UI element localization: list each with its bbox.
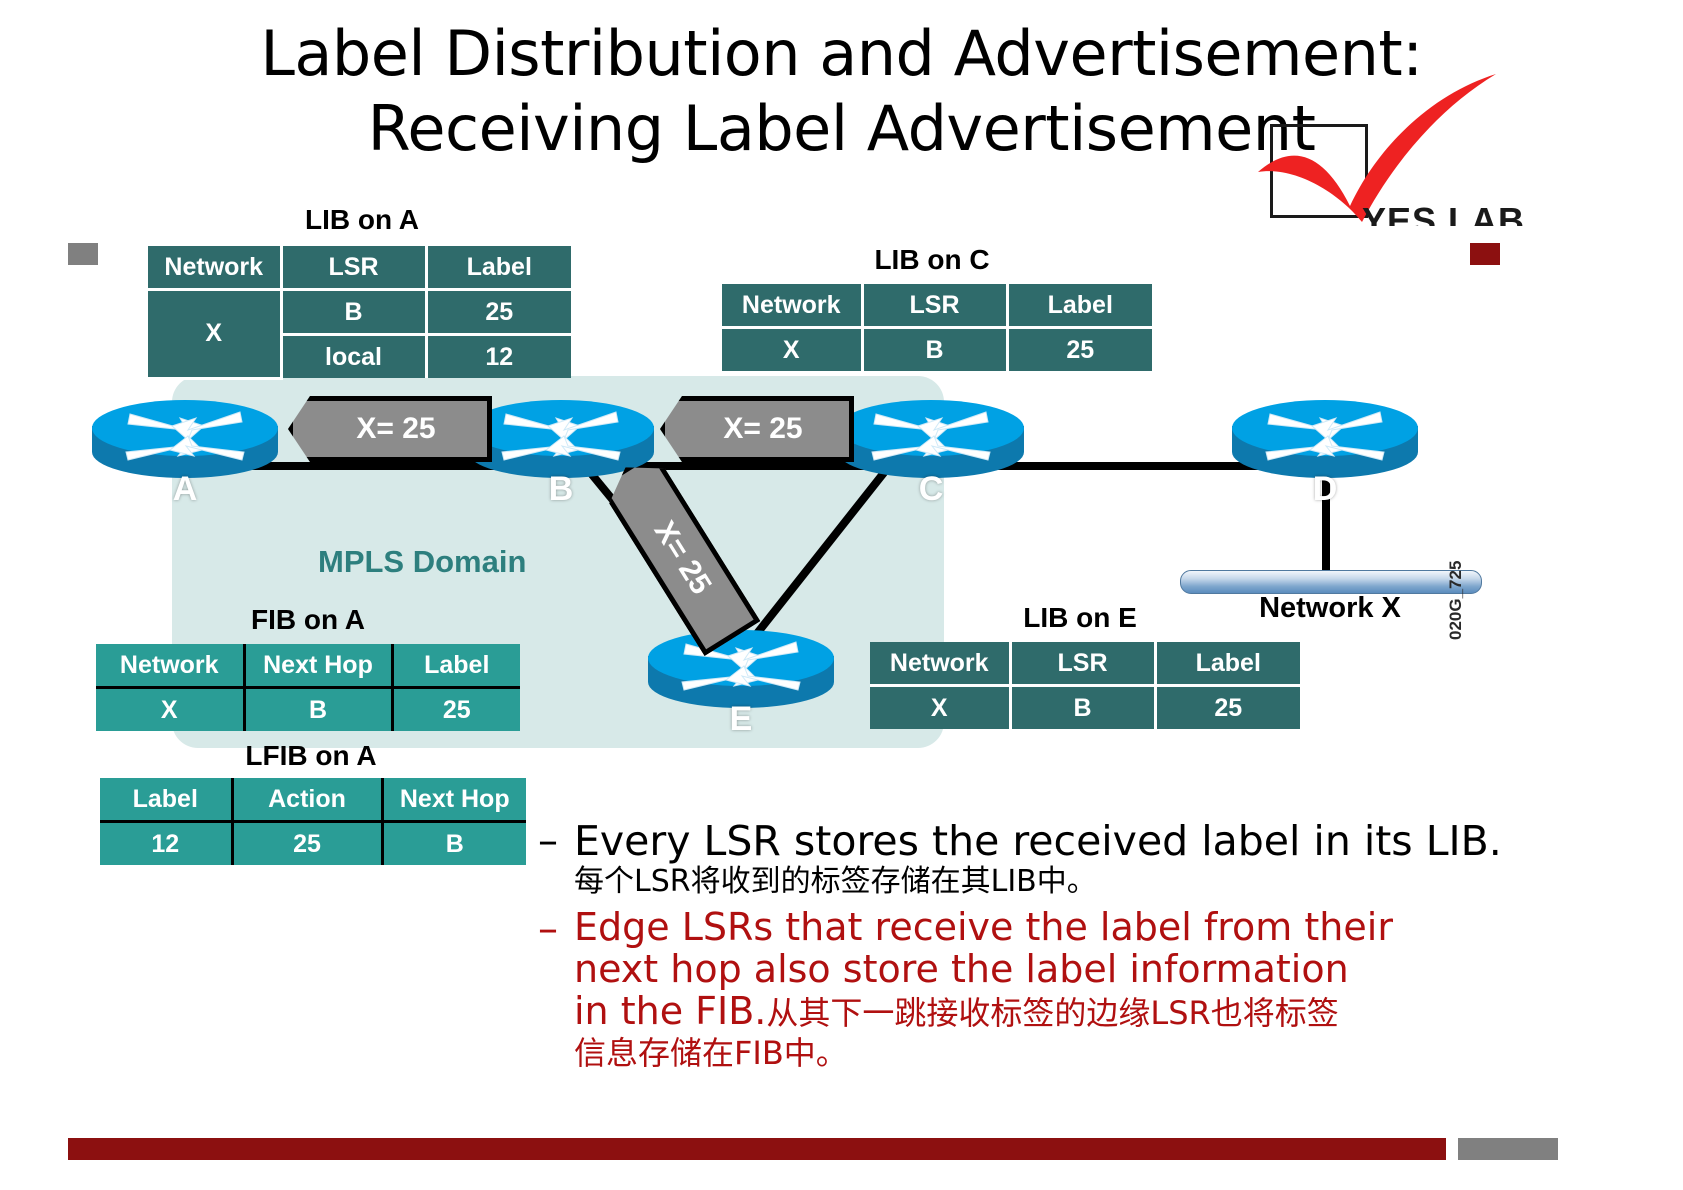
lib-e-cell-0-2: 25	[1155, 685, 1300, 729]
slide-code: 020G_725	[1446, 560, 1465, 640]
bullet-dash: –	[538, 818, 558, 864]
footer-bar-gray	[1458, 1138, 1558, 1160]
router-d-label: D	[1312, 470, 1338, 508]
bullet-2-chinese-line-1: 从其下一跳接收标签的边缘LSR也将标签	[766, 994, 1339, 1032]
router-c[interactable]: C	[838, 400, 1024, 508]
lib-a-cell-0-1: B	[281, 289, 428, 336]
lib-c-header-1: LSR	[862, 284, 1009, 329]
bullet-dash: –	[538, 906, 558, 952]
router-e[interactable]: E	[648, 630, 834, 738]
lib-a-cell-1-1: local	[281, 334, 428, 378]
footer-bar-red	[68, 1138, 1446, 1160]
network-x-label: Network X	[1259, 592, 1401, 624]
fib-a-header-1: Next Hop	[244, 644, 394, 689]
fib-a-header-0: Network	[96, 644, 246, 689]
lfib-a-cell-0-1: 25	[232, 821, 384, 865]
bullet-2-english-line-2: next hop also store the label informatio…	[574, 947, 1349, 991]
lib-e-header-1: LSR	[1010, 642, 1157, 687]
table-row: X B 25	[148, 289, 571, 380]
fib-a-caption: FIB on A	[250, 604, 366, 635]
lib-e-cell-0-1: B	[1010, 685, 1157, 729]
lib-a-header-0: Network	[148, 246, 283, 291]
decor-square-right	[1470, 243, 1500, 265]
bullet-2-english-line-1: Edge LSRs that receive the label from th…	[574, 905, 1393, 949]
yeslab-logo: YES LAB	[1240, 72, 1524, 226]
lfib-a-header-1: Action	[232, 778, 384, 823]
fib-a-cell-0-1: B	[244, 687, 394, 731]
label-tag-b-c: X= 25	[660, 396, 854, 462]
table-row: X B 25	[96, 687, 520, 731]
fib-a-cell-0-2: 25	[392, 687, 520, 731]
lfib-a-cell-0-0: 12	[100, 821, 234, 865]
lib-a-table: Network LSR Label X B 25 local 12	[148, 246, 571, 380]
lfib-a-table: Label Action Next Hop 12 25 B	[100, 778, 526, 865]
slide-canvas: Label Distribution and Advertisement: Re…	[0, 0, 1683, 1190]
lib-c-caption: LIB on C	[874, 244, 990, 275]
table-header-row: Label Action Next Hop	[100, 778, 526, 823]
logo-wordmark: YES LAB	[1362, 200, 1526, 226]
lib-a-header-2: Label	[426, 246, 571, 291]
network-x-segment	[1180, 570, 1482, 594]
bullet-1-text: Every LSR stores the received label in i…	[574, 818, 1502, 900]
table-header-row: Network Next Hop Label	[96, 644, 520, 689]
table-row: X B 25	[722, 327, 1152, 371]
lib-c-header-0: Network	[722, 284, 864, 329]
router-arrows-icon	[1265, 411, 1385, 461]
lib-c-header-2: Label	[1007, 284, 1152, 329]
lib-a-cell-0-2: 25	[426, 289, 571, 336]
lib-c-cell-0-2: 25	[1007, 327, 1152, 371]
bullet-2-chinese-line-2: 信息存储在FIB中。	[574, 1034, 848, 1072]
bullet-1-chinese: 每个LSR将收到的标签存储在其LIB中。	[574, 864, 1097, 899]
router-arrows-icon	[681, 641, 801, 691]
lfib-a-cell-0-2: B	[382, 821, 526, 865]
bullet-item-2: – Edge LSRs that receive the label from …	[538, 906, 1658, 1073]
lib-a-header-1: LSR	[281, 246, 428, 291]
fib-a-table: Network Next Hop Label X B 25	[96, 644, 520, 731]
lfib-a-caption: LFIB on A	[245, 740, 377, 771]
bullet-2-text: Edge LSRs that receive the label from th…	[574, 906, 1393, 1073]
table-row: X B 25	[870, 685, 1300, 729]
table-row: 12 25 B	[100, 821, 526, 865]
lib-c-cell-0-1: B	[862, 327, 1009, 371]
router-arrows-icon	[871, 411, 991, 461]
router-d[interactable]: D	[1232, 400, 1418, 508]
lib-a-cell-0-0: X	[148, 289, 283, 380]
decor-square-left	[68, 243, 98, 265]
label-tag-a-b: X= 25	[288, 396, 492, 462]
bullet-list: – Every LSR stores the received label in…	[538, 818, 1658, 1073]
fib-a-cell-0-0: X	[96, 687, 246, 731]
bullet-1-english: Every LSR stores the received label in i…	[574, 817, 1502, 865]
router-arrows-icon	[125, 411, 245, 461]
bullet-2-english-line-3: in the FIB.	[574, 989, 767, 1033]
router-e-label: E	[729, 700, 753, 738]
router-c-label: C	[918, 470, 944, 508]
lib-a-caption: LIB on A	[304, 204, 420, 235]
router-a-label: A	[172, 470, 198, 508]
table-header-row: Network LSR Label	[148, 246, 571, 291]
lib-a-cell-1-2: 12	[426, 334, 571, 378]
table-header-row: Network LSR Label	[722, 284, 1152, 329]
lib-c-table: Network LSR Label X B 25	[722, 284, 1152, 371]
lib-e-header-2: Label	[1155, 642, 1300, 687]
lib-e-cell-0-0: X	[870, 685, 1012, 729]
bullet-item-1: – Every LSR stores the received label in…	[538, 818, 1658, 900]
mpls-domain-label: MPLS Domain	[318, 544, 527, 579]
router-a[interactable]: A	[92, 400, 278, 508]
lib-c-cell-0-0: X	[722, 327, 864, 371]
lfib-a-header-0: Label	[100, 778, 234, 823]
fib-a-header-2: Label	[392, 644, 520, 689]
lfib-a-header-2: Next Hop	[382, 778, 526, 823]
